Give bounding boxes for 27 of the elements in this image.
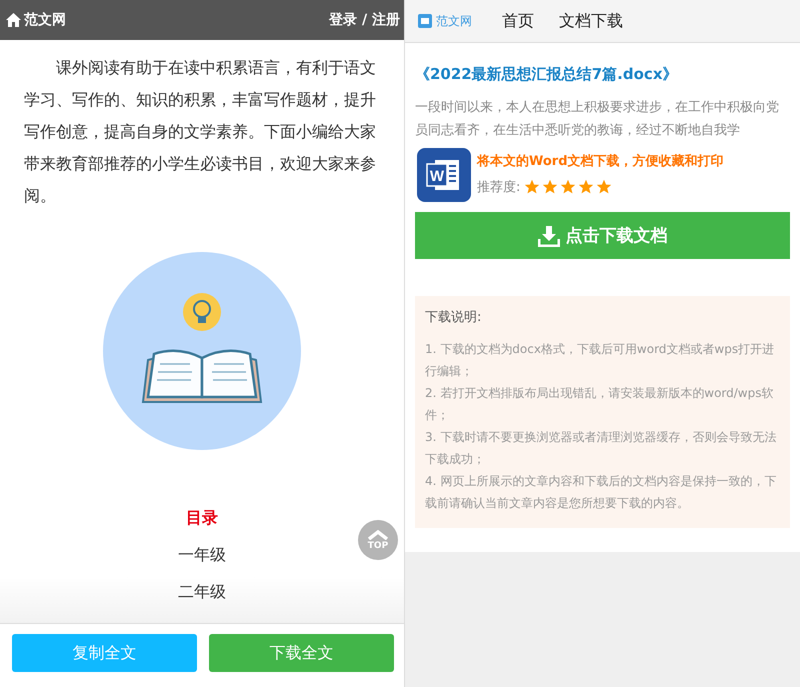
word-document-icon: W [417, 148, 471, 202]
notes-title: 下载说明: [425, 309, 482, 326]
nav-link[interactable]: 文档下载 [559, 10, 623, 32]
login-register-link[interactable]: 登录 / 注册 [329, 11, 400, 29]
chevron-up-icon [367, 530, 389, 540]
note-item: 3. 下载时请不要更换浏览器或者清理浏览器缓存，否则会导致无法下载成功； [425, 429, 778, 468]
promo-text: 将本文的Word文档下载，方便收藏和打印 [477, 152, 724, 170]
star-icon [596, 179, 612, 195]
star-icon [560, 179, 576, 195]
star-icon [524, 179, 540, 195]
rating-label: 推荐度: [477, 179, 520, 196]
note-item: 4. 网页上所展示的文章内容和下载后的文档内容是保持一致的，下载前请确认当前文章内容是您所想要下载的内容。 [425, 473, 778, 512]
toc-title: 目录 [186, 508, 218, 529]
star-icon [578, 179, 594, 195]
intro-paragraph: 课外阅读有助于在读中积累语言，有利于语文学习、写作的、知识的积累，丰富写作题材，提升写作创意，提高自身的文学素养。下面小编给大家带来教育部推荐的小学生必读书目，欢迎大家来参阅。 [23, 57, 377, 207]
note-item: 2. 若打开文档排版布局出现错乱，请安装最新版本的word/wps软件； [425, 385, 774, 424]
document-logo-icon[interactable] [417, 13, 433, 29]
excerpt-text: 一段时间以来，本人在思想上积极要求进步，在工作中积极向党员同志看齐，在生活中悉听党的教诲，经过不断地自我学 [415, 99, 780, 140]
star-icon [542, 179, 558, 195]
document-title-link[interactable]: 《2022最新思想汇报总结7篇.docx》 [415, 65, 790, 84]
nav-link[interactable]: 首页 [502, 10, 534, 32]
download-icon [538, 224, 560, 246]
note-item: 1. 下载的文档为docx格式，下载后可用word文档或者wps打开进行编辑； [425, 341, 776, 380]
site-name[interactable]: 范文网 [24, 11, 66, 29]
toc-item[interactable]: 二年级 [178, 582, 226, 603]
toc-item[interactable]: 一年级 [178, 545, 226, 566]
home-icon[interactable] [6, 13, 21, 27]
